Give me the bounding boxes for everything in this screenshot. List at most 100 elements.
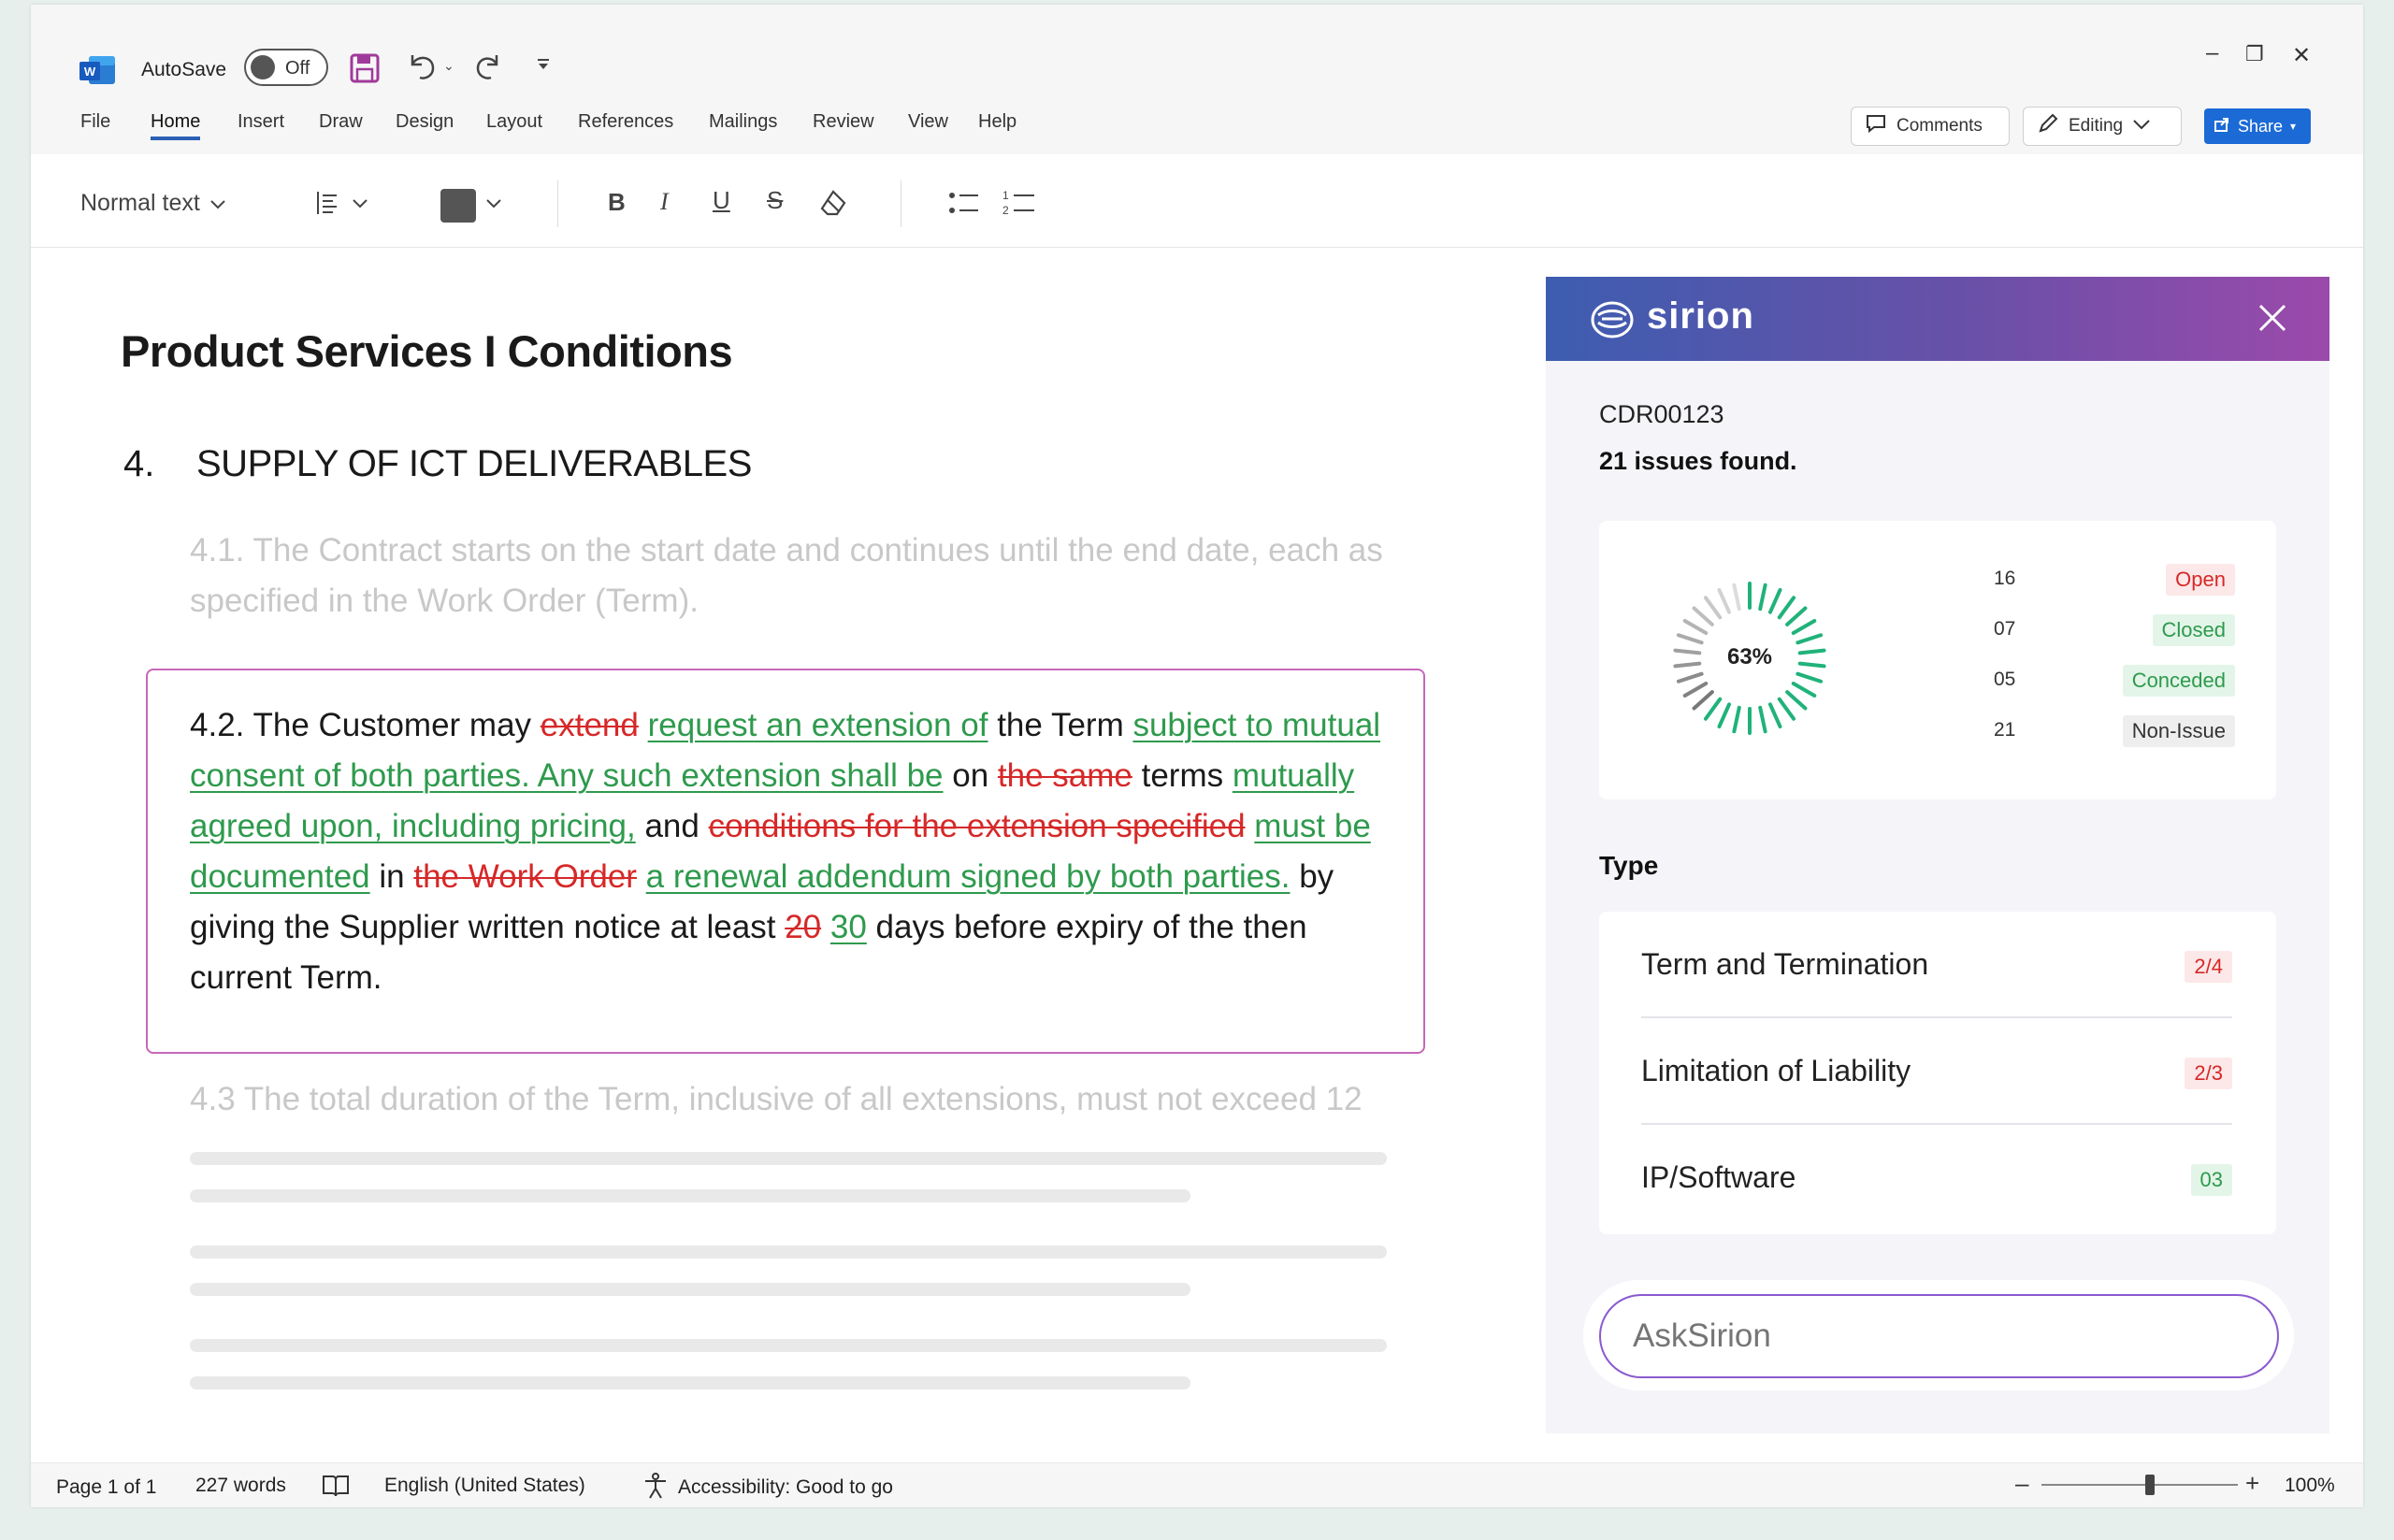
page-indicator[interactable]: Page 1 of 1 [56, 1476, 156, 1499]
placeholder-line [190, 1189, 1190, 1202]
type-row-term[interactable]: Term and Termination 2/4 [1641, 912, 2232, 1018]
menu-design[interactable]: Design [396, 111, 454, 133]
ribbon-divider [557, 180, 558, 227]
autosave-toggle[interactable]: Off [244, 49, 328, 86]
menu-references[interactable]: References [578, 111, 673, 133]
type-heading: Type [1599, 851, 1659, 880]
status-badge-conceded[interactable]: Conceded [2122, 665, 2235, 697]
ask-sirion-input[interactable] [1599, 1294, 2279, 1378]
bold-icon[interactable]: B [608, 188, 626, 217]
zoom-level[interactable]: 100% [2285, 1475, 2335, 1497]
share-label: Share [2238, 116, 2284, 136]
menu-help[interactable]: Help [978, 111, 1017, 133]
highlighted-clause-box[interactable]: 4.2. The Customer may extend request an … [146, 669, 1425, 1054]
accessibility-icon[interactable] [641, 1471, 671, 1505]
status-badge-closed[interactable]: Closed [2152, 614, 2235, 646]
editing-label: Editing [2069, 116, 2124, 136]
editing-mode-button[interactable]: Editing [2023, 107, 2182, 146]
clear-format-icon[interactable] [818, 188, 850, 223]
word-count[interactable]: 227 words [195, 1475, 286, 1497]
close-panel-icon[interactable] [2257, 302, 2288, 338]
strikethrough-icon[interactable]: S [767, 186, 783, 215]
svg-text:2: 2 [1002, 204, 1009, 217]
pencil-icon [2037, 112, 2059, 140]
zoom-in-button[interactable]: + [2245, 1469, 2259, 1498]
progress-tick [1717, 702, 1732, 729]
clause-text: the Term [988, 707, 1133, 743]
status-badge-open[interactable]: Open [2166, 564, 2235, 596]
progress-tick [1777, 697, 1796, 721]
redo-icon[interactable] [472, 50, 506, 88]
paragraph-align-dropdown[interactable] [316, 190, 368, 221]
menu-insert[interactable]: Insert [238, 111, 284, 133]
book-icon[interactable] [321, 1473, 351, 1504]
accessibility-status[interactable]: Accessibility: Good to go [678, 1476, 893, 1499]
progress-tick [1767, 702, 1782, 729]
font-color-dropdown[interactable] [440, 189, 502, 223]
numbered-list-icon[interactable]: 12 [1002, 188, 1036, 223]
save-icon[interactable] [349, 52, 381, 89]
type-badge: 2/4 [2185, 951, 2232, 983]
clause-text: terms [1132, 757, 1233, 794]
issues-summary-card: 63% 16 Open 07 Closed 05 Conceded 21 Non… [1599, 521, 2276, 799]
menu-file[interactable]: File [80, 111, 110, 133]
progress-tick [1717, 587, 1732, 614]
document-title: Product Services I Conditions [121, 326, 733, 376]
align-left-icon [316, 190, 340, 221]
zoom-out-button[interactable]: – [2015, 1469, 2028, 1498]
share-chevron-icon: ▾ [2290, 120, 2297, 133]
chevron-down-icon [352, 197, 368, 214]
progress-tick [1785, 606, 1808, 626]
comments-label: Comments [1896, 116, 1983, 136]
type-row-liability[interactable]: Limitation of Liability 2/3 [1641, 1018, 2232, 1125]
customize-toolbar-icon[interactable] [536, 57, 551, 77]
sirion-panel: sirion CDR00123 21 issues found. 63% 16 … [1546, 277, 2329, 1433]
menu-view[interactable]: View [908, 111, 948, 133]
underline-icon[interactable]: U [713, 186, 730, 215]
undo-icon[interactable] [405, 50, 439, 88]
progress-tick [1676, 671, 1704, 684]
progress-tick [1767, 587, 1782, 614]
svg-text:1: 1 [1002, 189, 1009, 202]
menu-layout[interactable]: Layout [486, 111, 542, 133]
zoom-slider-track[interactable] [2041, 1484, 2238, 1486]
language-indicator[interactable]: English (United States) [384, 1475, 585, 1497]
menu-mailings[interactable]: Mailings [709, 111, 777, 133]
menu-home[interactable]: Home [151, 111, 201, 140]
issues-count: 21 issues found. [1599, 447, 1797, 475]
style-dropdown[interactable]: Normal text [80, 190, 226, 217]
comment-icon [1865, 113, 1887, 139]
stat-count: 16 [1994, 568, 2016, 589]
menu-review[interactable]: Review [813, 111, 874, 133]
progress-tick [1682, 682, 1709, 698]
clause-text: in [369, 858, 414, 895]
clause-text: and [635, 808, 709, 844]
progress-tick [1732, 705, 1741, 734]
restore-button[interactable]: ❐ [2245, 42, 2264, 66]
undo-dropdown-icon[interactable]: ⌄ [443, 58, 454, 74]
chevron-down-icon [485, 197, 502, 214]
italic-icon[interactable]: I [660, 188, 669, 216]
progress-tick [1676, 633, 1704, 645]
type-label: Term and Termination [1641, 947, 1929, 981]
progress-label: 63% [1726, 644, 1773, 669]
status-badge-non-issue[interactable]: Non-Issue [2122, 715, 2235, 747]
minimize-button[interactable]: – [2206, 40, 2218, 66]
deleted-text: the same [997, 757, 1132, 794]
comments-button[interactable]: Comments [1851, 107, 2010, 146]
close-window-button[interactable]: ✕ [2292, 42, 2311, 69]
sirion-brand: sirion [1647, 295, 1754, 337]
menu-draw[interactable]: Draw [319, 111, 363, 133]
bullet-list-icon[interactable] [948, 190, 980, 221]
progress-ring: 63% [1672, 581, 1827, 736]
sirion-header: sirion [1546, 277, 2329, 361]
share-button[interactable]: Share ▾ [2204, 108, 2311, 144]
paragraph-4-2: 4.2. The Customer may extend request an … [190, 700, 1415, 1003]
type-row-ip[interactable]: IP/Software 03 [1641, 1125, 2232, 1231]
zoom-slider-thumb[interactable] [2144, 1475, 2155, 1495]
chevron-down-icon [2132, 116, 2151, 137]
toggle-knob [251, 55, 275, 79]
progress-tick [1692, 606, 1714, 626]
autosave-state: Off [285, 58, 310, 79]
paragraph-4-3: 4.3 The total duration of the Term, incl… [190, 1081, 1363, 1117]
